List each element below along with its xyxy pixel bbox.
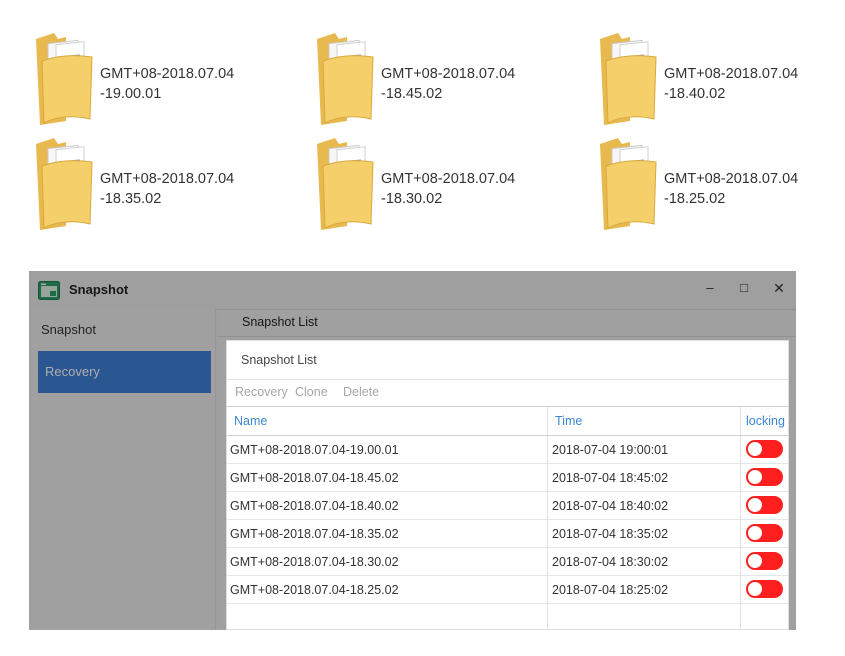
folder-item[interactable]: GMT+08-2018.07.04 -18.25.02 bbox=[598, 136, 838, 236]
locking-toggle[interactable] bbox=[746, 496, 783, 514]
snapshot-window: Snapshot – □ ✕ Snapshot Recovery Snapsho… bbox=[29, 271, 796, 630]
folder-icon bbox=[317, 33, 374, 125]
snapshot-time: 2018-07-04 18:25:02 bbox=[552, 583, 669, 597]
locking-toggle[interactable] bbox=[746, 524, 783, 542]
folder-label: GMT+08-2018.07.04 -18.35.02 bbox=[100, 171, 235, 207]
table-header: Name Time locking bbox=[227, 407, 788, 436]
title-bar[interactable]: Snapshot – □ ✕ bbox=[29, 271, 796, 309]
locking-toggle[interactable] bbox=[746, 580, 783, 598]
folder-item[interactable]: GMT+08-2018.07.04 -18.40.02 bbox=[598, 31, 838, 131]
table-row[interactable]: GMT+08-2018.07.04-18.35.02 2018-07-04 18… bbox=[227, 520, 788, 548]
clone-button[interactable]: Clone bbox=[295, 385, 328, 399]
folder-icon bbox=[600, 33, 657, 125]
close-button[interactable]: ✕ bbox=[767, 277, 791, 299]
folder-item[interactable]: GMT+08-2018.07.04 -18.35.02 bbox=[34, 136, 274, 236]
tab-header: Snapshot List bbox=[217, 309, 796, 337]
folder-label: GMT+08-2018.07.04 -19.00.01 bbox=[100, 66, 235, 102]
snapshot-name: GMT+08-2018.07.04-18.40.02 bbox=[230, 499, 399, 513]
folder-label: GMT+08-2018.07.04 -18.45.02 bbox=[381, 66, 516, 102]
sidebar: Snapshot Recovery bbox=[29, 309, 216, 630]
snapshot-name: GMT+08-2018.07.04-19.00.01 bbox=[230, 443, 399, 457]
toggle-knob bbox=[748, 442, 762, 456]
recovery-button[interactable]: Recovery bbox=[235, 385, 288, 399]
snapshot-list-panel: Snapshot List Recovery Clone Delete Name… bbox=[226, 340, 789, 630]
toggle-knob bbox=[748, 582, 762, 596]
window-title: Snapshot bbox=[69, 282, 129, 297]
toggle-knob bbox=[748, 498, 762, 512]
table-row[interactable]: GMT+08-2018.07.04-18.25.02 2018-07-04 18… bbox=[227, 576, 788, 604]
panel-toolbar: Recovery Clone Delete bbox=[227, 380, 788, 407]
snapshot-name: GMT+08-2018.07.04-18.35.02 bbox=[230, 527, 399, 541]
sidebar-item-recovery[interactable]: Recovery bbox=[38, 351, 211, 393]
table-row[interactable]: GMT+08-2018.07.04-19.00.01 2018-07-04 19… bbox=[227, 436, 788, 464]
folder-item[interactable]: GMT+08-2018.07.04 -19.00.01 bbox=[34, 31, 274, 131]
folder-label: GMT+08-2018.07.04 -18.40.02 bbox=[664, 66, 799, 102]
snapshot-time: 2018-07-04 18:30:02 bbox=[552, 555, 669, 569]
folder-label: GMT+08-2018.07.04 -18.25.02 bbox=[664, 171, 799, 207]
folder-icon bbox=[600, 138, 657, 230]
screen: GMT+08-2018.07.04 -19.00.01 GMT+08-2018.… bbox=[0, 0, 845, 656]
panel-title: Snapshot List bbox=[227, 341, 788, 380]
sidebar-item-snapshot[interactable]: Snapshot bbox=[38, 309, 211, 351]
app-window-icon bbox=[38, 281, 60, 300]
snapshot-time: 2018-07-04 18:45:02 bbox=[552, 471, 669, 485]
table-row[interactable]: GMT+08-2018.07.04-18.30.02 2018-07-04 18… bbox=[227, 548, 788, 576]
snapshot-time: 2018-07-04 18:40:02 bbox=[552, 499, 669, 513]
folder-icon bbox=[317, 138, 374, 230]
column-header-time[interactable]: Time bbox=[555, 414, 582, 428]
minimize-button[interactable]: – bbox=[698, 277, 722, 299]
folder-item[interactable]: GMT+08-2018.07.04 -18.30.02 bbox=[315, 136, 555, 236]
toggle-knob bbox=[748, 470, 762, 484]
table-row[interactable]: GMT+08-2018.07.04-18.40.02 2018-07-04 18… bbox=[227, 492, 788, 520]
column-header-locking[interactable]: locking bbox=[746, 414, 785, 428]
snapshot-name: GMT+08-2018.07.04-18.25.02 bbox=[230, 583, 399, 597]
folder-label: GMT+08-2018.07.04 -18.30.02 bbox=[381, 171, 516, 207]
locking-toggle[interactable] bbox=[746, 552, 783, 570]
column-header-name[interactable]: Name bbox=[234, 414, 267, 428]
folder-icon bbox=[36, 138, 93, 230]
tab-snapshot-list[interactable]: Snapshot List bbox=[242, 315, 318, 329]
snapshot-name: GMT+08-2018.07.04-18.30.02 bbox=[230, 555, 399, 569]
locking-toggle[interactable] bbox=[746, 440, 783, 458]
table-row[interactable]: GMT+08-2018.07.04-18.45.02 2018-07-04 18… bbox=[227, 464, 788, 492]
toggle-knob bbox=[748, 526, 762, 540]
snapshot-name: GMT+08-2018.07.04-18.45.02 bbox=[230, 471, 399, 485]
locking-toggle[interactable] bbox=[746, 468, 783, 486]
snapshot-time: 2018-07-04 18:35:02 bbox=[552, 527, 669, 541]
folder-icon bbox=[36, 33, 93, 125]
folder-item[interactable]: GMT+08-2018.07.04 -18.45.02 bbox=[315, 31, 555, 131]
maximize-button[interactable]: □ bbox=[732, 277, 756, 299]
snapshot-time: 2018-07-04 19:00:01 bbox=[552, 443, 669, 457]
delete-button[interactable]: Delete bbox=[343, 385, 379, 399]
toggle-knob bbox=[748, 554, 762, 568]
snapshot-table: Name Time locking GMT+08-2018.07.04-19.0… bbox=[227, 407, 788, 630]
